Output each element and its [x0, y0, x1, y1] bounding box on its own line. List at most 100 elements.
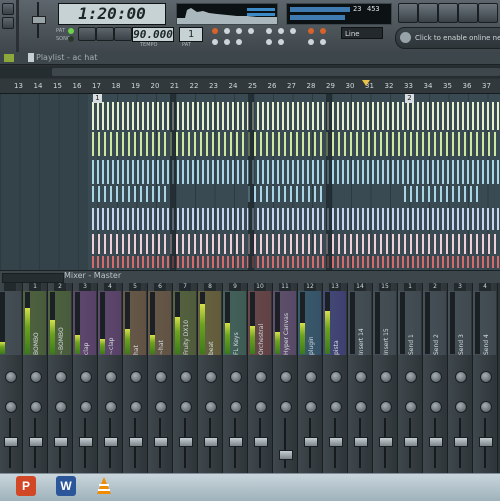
- clip-note[interactable]: [232, 102, 234, 130]
- clip-note[interactable]: [272, 234, 274, 254]
- clip-note[interactable]: [410, 234, 412, 254]
- clip-note[interactable]: [287, 208, 289, 230]
- clip-note[interactable]: [417, 256, 419, 268]
- clip-note[interactable]: [232, 256, 234, 268]
- clip-note[interactable]: [267, 102, 269, 130]
- clip-note[interactable]: [437, 208, 439, 230]
- clip-note[interactable]: [446, 132, 448, 156]
- clip-note[interactable]: [428, 186, 430, 202]
- clip-note[interactable]: [447, 208, 449, 230]
- clip-note[interactable]: [296, 234, 298, 254]
- clip-note[interactable]: [416, 132, 418, 156]
- clip-note[interactable]: [337, 208, 339, 230]
- mixer-strip[interactable]: [0, 283, 23, 473]
- clip-note[interactable]: [477, 160, 479, 184]
- clip-note[interactable]: [212, 234, 214, 254]
- clip-note[interactable]: [212, 160, 214, 184]
- clip-note[interactable]: [282, 160, 284, 184]
- tempo-display[interactable]: 90.000: [132, 27, 174, 42]
- clip-note[interactable]: [380, 234, 382, 254]
- clip-note[interactable]: [242, 208, 244, 230]
- clip-note[interactable]: [197, 256, 199, 268]
- fader-handle[interactable]: [4, 437, 18, 447]
- clip-note[interactable]: [272, 208, 274, 230]
- clip-note[interactable]: [357, 256, 359, 268]
- mixer-strip[interactable]: 3 clap: [73, 283, 98, 473]
- playlist-shortcut-button[interactable]: [398, 3, 418, 23]
- clip-note[interactable]: [192, 160, 194, 184]
- clip-note[interactable]: [372, 160, 374, 184]
- clip-note[interactable]: [372, 208, 374, 230]
- clip-note[interactable]: [387, 256, 389, 268]
- clip-note[interactable]: [112, 102, 114, 130]
- clip-note[interactable]: [187, 102, 189, 130]
- clip-note[interactable]: [380, 132, 382, 156]
- clip-note[interactable]: [497, 102, 499, 130]
- clip-note[interactable]: [470, 132, 472, 156]
- clip-note[interactable]: [402, 102, 404, 130]
- clip-note[interactable]: [137, 160, 139, 184]
- clip-note[interactable]: [347, 208, 349, 230]
- clip-note[interactable]: [302, 208, 304, 230]
- playlist-arrow-icon[interactable]: [28, 53, 34, 62]
- clip-note[interactable]: [197, 160, 199, 184]
- grid-line[interactable]: [0, 94, 1, 270]
- clip-note[interactable]: [272, 160, 274, 184]
- grid-line[interactable]: [156, 94, 157, 270]
- clip-note[interactable]: [202, 160, 204, 184]
- clip-note[interactable]: [224, 234, 226, 254]
- clip-note[interactable]: [452, 160, 454, 184]
- clip-note[interactable]: [377, 256, 379, 268]
- clip-note[interactable]: [117, 160, 119, 184]
- clip-note[interactable]: [257, 102, 259, 130]
- overview-led[interactable]: [308, 28, 314, 34]
- pan-knob[interactable]: [330, 371, 342, 383]
- clip-note[interactable]: [266, 186, 268, 202]
- clip-note[interactable]: [412, 256, 414, 268]
- clip-note[interactable]: [342, 208, 344, 230]
- mixer-strip[interactable]: 12 plugin: [298, 283, 323, 473]
- clip-note[interactable]: [322, 256, 324, 268]
- strip-name[interactable]: hat: [133, 293, 143, 355]
- clip-note[interactable]: [302, 256, 304, 268]
- clip-note[interactable]: [407, 208, 409, 230]
- clip-note[interactable]: [472, 256, 474, 268]
- clip-note[interactable]: [194, 132, 196, 156]
- clip-note[interactable]: [132, 160, 134, 184]
- strip-name[interactable]: Send 3: [458, 293, 468, 355]
- clip-note[interactable]: [257, 160, 259, 184]
- clip-note[interactable]: [372, 256, 374, 268]
- clip-note[interactable]: [412, 102, 414, 130]
- grid-line[interactable]: [390, 94, 391, 270]
- clip-note[interactable]: [422, 234, 424, 254]
- clip-note[interactable]: [332, 102, 334, 130]
- clip-note[interactable]: [267, 256, 269, 268]
- clip-note[interactable]: [352, 102, 354, 130]
- clip-note[interactable]: [332, 256, 334, 268]
- clip-note[interactable]: [146, 234, 148, 254]
- pan-knob[interactable]: [55, 371, 67, 383]
- clip-note[interactable]: [412, 160, 414, 184]
- browser-shortcut-button[interactable]: [478, 3, 498, 23]
- clip-note[interactable]: [302, 160, 304, 184]
- clip-note[interactable]: [272, 132, 274, 156]
- clip-note[interactable]: [207, 256, 209, 268]
- clip-note[interactable]: [188, 234, 190, 254]
- clip-note[interactable]: [257, 208, 259, 230]
- volume-knob[interactable]: [80, 401, 92, 413]
- clip-note[interactable]: [260, 186, 262, 202]
- clip-note[interactable]: [347, 160, 349, 184]
- song-time-display[interactable]: 1:20:00: [58, 3, 166, 25]
- pan-knob[interactable]: [105, 371, 117, 383]
- clip-note[interactable]: [157, 160, 159, 184]
- grid-line[interactable]: [370, 94, 372, 270]
- clip-gap[interactable]: [326, 94, 332, 270]
- clip-note[interactable]: [176, 234, 178, 254]
- clip-note[interactable]: [357, 208, 359, 230]
- clip-note[interactable]: [356, 234, 358, 254]
- strip-name[interactable]: clap: [83, 293, 93, 355]
- clip-note[interactable]: [132, 208, 134, 230]
- clip-note[interactable]: [467, 208, 469, 230]
- pan-knob[interactable]: [155, 371, 167, 383]
- clip-note[interactable]: [112, 256, 114, 268]
